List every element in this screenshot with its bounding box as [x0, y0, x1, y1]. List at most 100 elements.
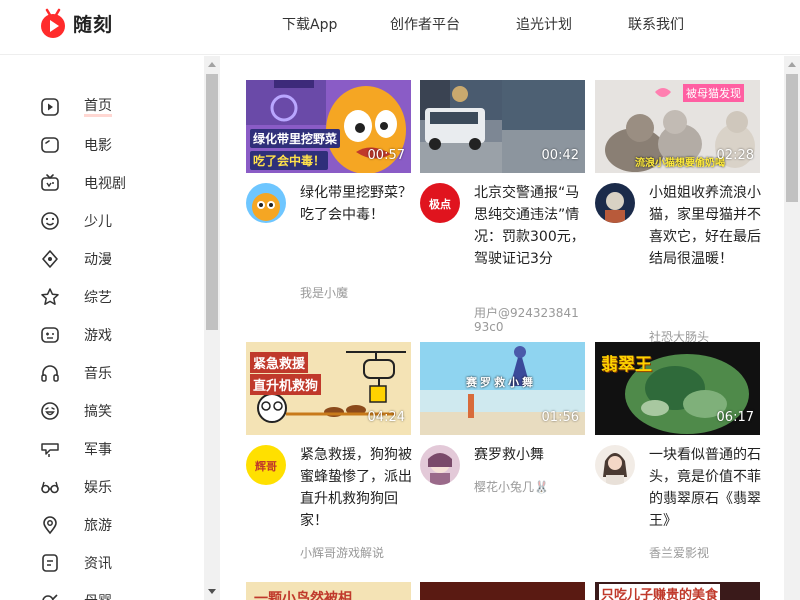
sidebar-item-label: 军事 — [84, 442, 112, 458]
movie-icon — [40, 135, 60, 155]
sidebar-item-label: 娱乐 — [84, 480, 112, 496]
baby-icon — [40, 591, 60, 600]
avatar[interactable] — [595, 445, 635, 485]
video-thumbnail[interactable]: 一颗小鸟然被相 — [246, 582, 411, 600]
video-author[interactable]: 小辉哥游戏解说 — [300, 546, 412, 560]
thumbnail-caption: 只吃儿子赚贵的美食 — [599, 584, 721, 600]
sidebar-item-label: 音乐 — [84, 366, 112, 382]
sidebar-item-music[interactable]: 音乐 — [0, 354, 204, 392]
sidebar-item-label: 综艺 — [84, 290, 112, 306]
logo[interactable]: 随刻 — [39, 8, 113, 38]
video-card[interactable]: 绿化带里挖野菜 吃了会中毒！ 00:57 绿化带里挖野菜？吃了会中毒！ 我是小魔 — [246, 80, 412, 300]
top-header: 随刻 下载App 创作者平台 追光计划 联系我们 — [0, 0, 800, 55]
avatar[interactable]: 辉哥 — [246, 445, 286, 485]
video-card[interactable]: 00:42 极点 北京交警通报“马思纯交通违法”情况：罚款300元，驾驶证记3分… — [420, 80, 586, 334]
anime-icon — [40, 249, 60, 269]
video-author[interactable]: 香兰爱影视 — [649, 546, 761, 560]
video-card[interactable]: 只吃儿子赚贵的美食 — [595, 582, 760, 600]
video-title[interactable]: 赛罗救小舞 — [474, 444, 586, 466]
video-thumbnail[interactable]: 紧急救援 直升机救狗 04:24 — [246, 342, 411, 435]
sidebar-item-home[interactable]: 首页 — [0, 88, 204, 126]
video-duration: 04:24 — [367, 410, 405, 425]
sidebar-item-anime[interactable]: 动漫 — [0, 240, 204, 278]
main-scroll-thumb[interactable] — [786, 74, 798, 202]
sidebar-item-label: 电影 — [84, 138, 112, 154]
avatar[interactable] — [595, 183, 635, 223]
video-thumbnail[interactable]: 绿化带里挖野菜 吃了会中毒！ 00:57 — [246, 80, 411, 173]
thumbnail-caption: 被母猫发现 — [683, 84, 744, 102]
video-thumbnail[interactable] — [420, 582, 585, 600]
scroll-down-arrow-icon[interactable] — [208, 589, 216, 594]
video-author[interactable]: 用户@92432384193c0 — [474, 306, 586, 334]
video-card[interactable]: 紧急救援 直升机救狗 04:24 辉哥 紧急救援，狗狗被蜜蜂蛰惨了，派出直升机救… — [246, 342, 412, 562]
video-card[interactable] — [420, 582, 585, 600]
location-icon — [40, 515, 60, 535]
play-icon — [40, 97, 60, 117]
smile-icon — [40, 211, 60, 231]
video-duration: 06:17 — [716, 410, 754, 425]
svg-text:极点: 极点 — [429, 197, 451, 211]
video-thumbnail[interactable]: 翡翠王 06:17 — [595, 342, 760, 435]
thumbnail-caption: 翡翠王 — [601, 355, 652, 375]
sidebar-item-label: 旅游 — [84, 518, 112, 534]
thumbnail-caption: 直升机救狗 — [250, 374, 322, 395]
video-title[interactable]: 一块看似普通的石头，竟是价值不菲的翡翠原石《翡翠王》 — [649, 444, 761, 532]
video-title[interactable]: 紧急救援，狗狗被蜜蜂蛰惨了，派出直升机救狗狗回家！ — [300, 444, 412, 532]
sidebar-item-funny[interactable]: 搞笑 — [0, 392, 204, 430]
thumbnail-caption: 赛罗救小舞 — [466, 376, 536, 389]
news-icon — [40, 553, 60, 573]
video-title[interactable]: 绿化带里挖野菜？吃了会中毒！ — [300, 182, 412, 226]
sidebar-item-tv[interactable]: 电视剧 — [0, 164, 204, 202]
nav-contact-us[interactable]: 联系我们 — [628, 0, 684, 50]
thumbnail-caption: 吃了会中毒！ — [250, 151, 329, 170]
video-title[interactable]: 小姐姐收养流浪小猫，家里母猫并不喜欢它，好在最后结局很温暖！ — [649, 182, 761, 270]
video-thumbnail[interactable]: 00:42 — [420, 80, 585, 173]
sidebar-item-kids[interactable]: 少儿 — [0, 202, 204, 240]
avatar[interactable]: 极点 — [420, 183, 460, 223]
video-duration: 00:57 — [367, 148, 405, 163]
video-duration: 01:56 — [541, 410, 579, 425]
sidebar-item-baby[interactable]: 母婴 — [0, 582, 204, 600]
main-scrollbar[interactable] — [784, 56, 800, 600]
scroll-up-arrow-icon[interactable] — [208, 62, 216, 67]
video-thumbnail[interactable]: 只吃儿子赚贵的美食 — [595, 582, 760, 600]
thumbnail-caption: 绿化带里挖野菜 — [250, 129, 341, 148]
video-card[interactable]: 一颗小鸟然被相 — [246, 582, 411, 600]
sidebar-scrollbar[interactable] — [204, 56, 220, 600]
sidebar-item-entertainment[interactable]: 娱乐 — [0, 468, 204, 506]
logo-play-icon — [41, 8, 65, 38]
video-author[interactable]: 樱花小兔几🐰 — [474, 480, 586, 494]
avatar[interactable] — [246, 183, 286, 223]
video-card[interactable]: 被母猫发现 流浪小猫想要偷奶喝 02:28 小姐姐收养流浪小猫，家里母猫并不喜欢… — [595, 80, 761, 344]
video-title[interactable]: 北京交警通报“马思纯交通违法”情况：罚款300元，驾驶证记3分 — [474, 182, 586, 270]
video-thumbnail[interactable]: 被母猫发现 流浪小猫想要偷奶喝 02:28 — [595, 80, 760, 173]
thumbnail-caption: 紧急救援 — [250, 352, 309, 373]
thumbnail-caption: 一颗小鸟然被相 — [254, 591, 352, 600]
video-thumbnail[interactable]: 赛罗救小舞 01:56 — [420, 342, 585, 435]
gamepad-icon — [40, 325, 60, 345]
video-card[interactable]: 翡翠王 06:17 一块看似普通的石头，竟是价值不菲的翡翠原石《翡翠王》 香兰爱… — [595, 342, 761, 562]
sidebar-item-games[interactable]: 游戏 — [0, 316, 204, 354]
video-duration: 00:42 — [541, 148, 579, 163]
nav-zhuiguang-plan[interactable]: 追光计划 — [516, 0, 572, 50]
military-icon — [40, 439, 60, 459]
sidebar-item-travel[interactable]: 旅游 — [0, 506, 204, 544]
sidebar-scroll-thumb[interactable] — [206, 74, 218, 330]
nav-creator-platform[interactable]: 创作者平台 — [390, 0, 460, 50]
scroll-up-arrow-icon[interactable] — [788, 62, 796, 67]
sidebar-item-variety[interactable]: 综艺 — [0, 278, 204, 316]
nav-download-app[interactable]: 下载App — [282, 0, 337, 50]
sidebar-item-movie[interactable]: 电影 — [0, 126, 204, 164]
sidebar-item-military[interactable]: 军事 — [0, 430, 204, 468]
video-card[interactable]: 赛罗救小舞 01:56 赛罗救小舞 樱花小兔几🐰 — [420, 342, 585, 542]
sidebar-item-label: 首页 — [84, 98, 112, 117]
sidebar-item-label: 资讯 — [84, 556, 112, 572]
sidebar-item-label: 游戏 — [84, 328, 112, 344]
sidebar-item-label: 搞笑 — [84, 404, 112, 420]
video-author[interactable]: 我是小魔 — [300, 286, 412, 300]
logo-text: 随刻 — [73, 13, 114, 36]
sidebar-item-news[interactable]: 资讯 — [0, 544, 204, 582]
avatar[interactable] — [420, 445, 460, 485]
tv-icon — [40, 173, 60, 193]
sidebar: 首页 电影 电视剧 少儿 动漫 综艺 游戏 音乐 搞笑 军事 娱乐 旅游 资讯 — [0, 56, 204, 600]
